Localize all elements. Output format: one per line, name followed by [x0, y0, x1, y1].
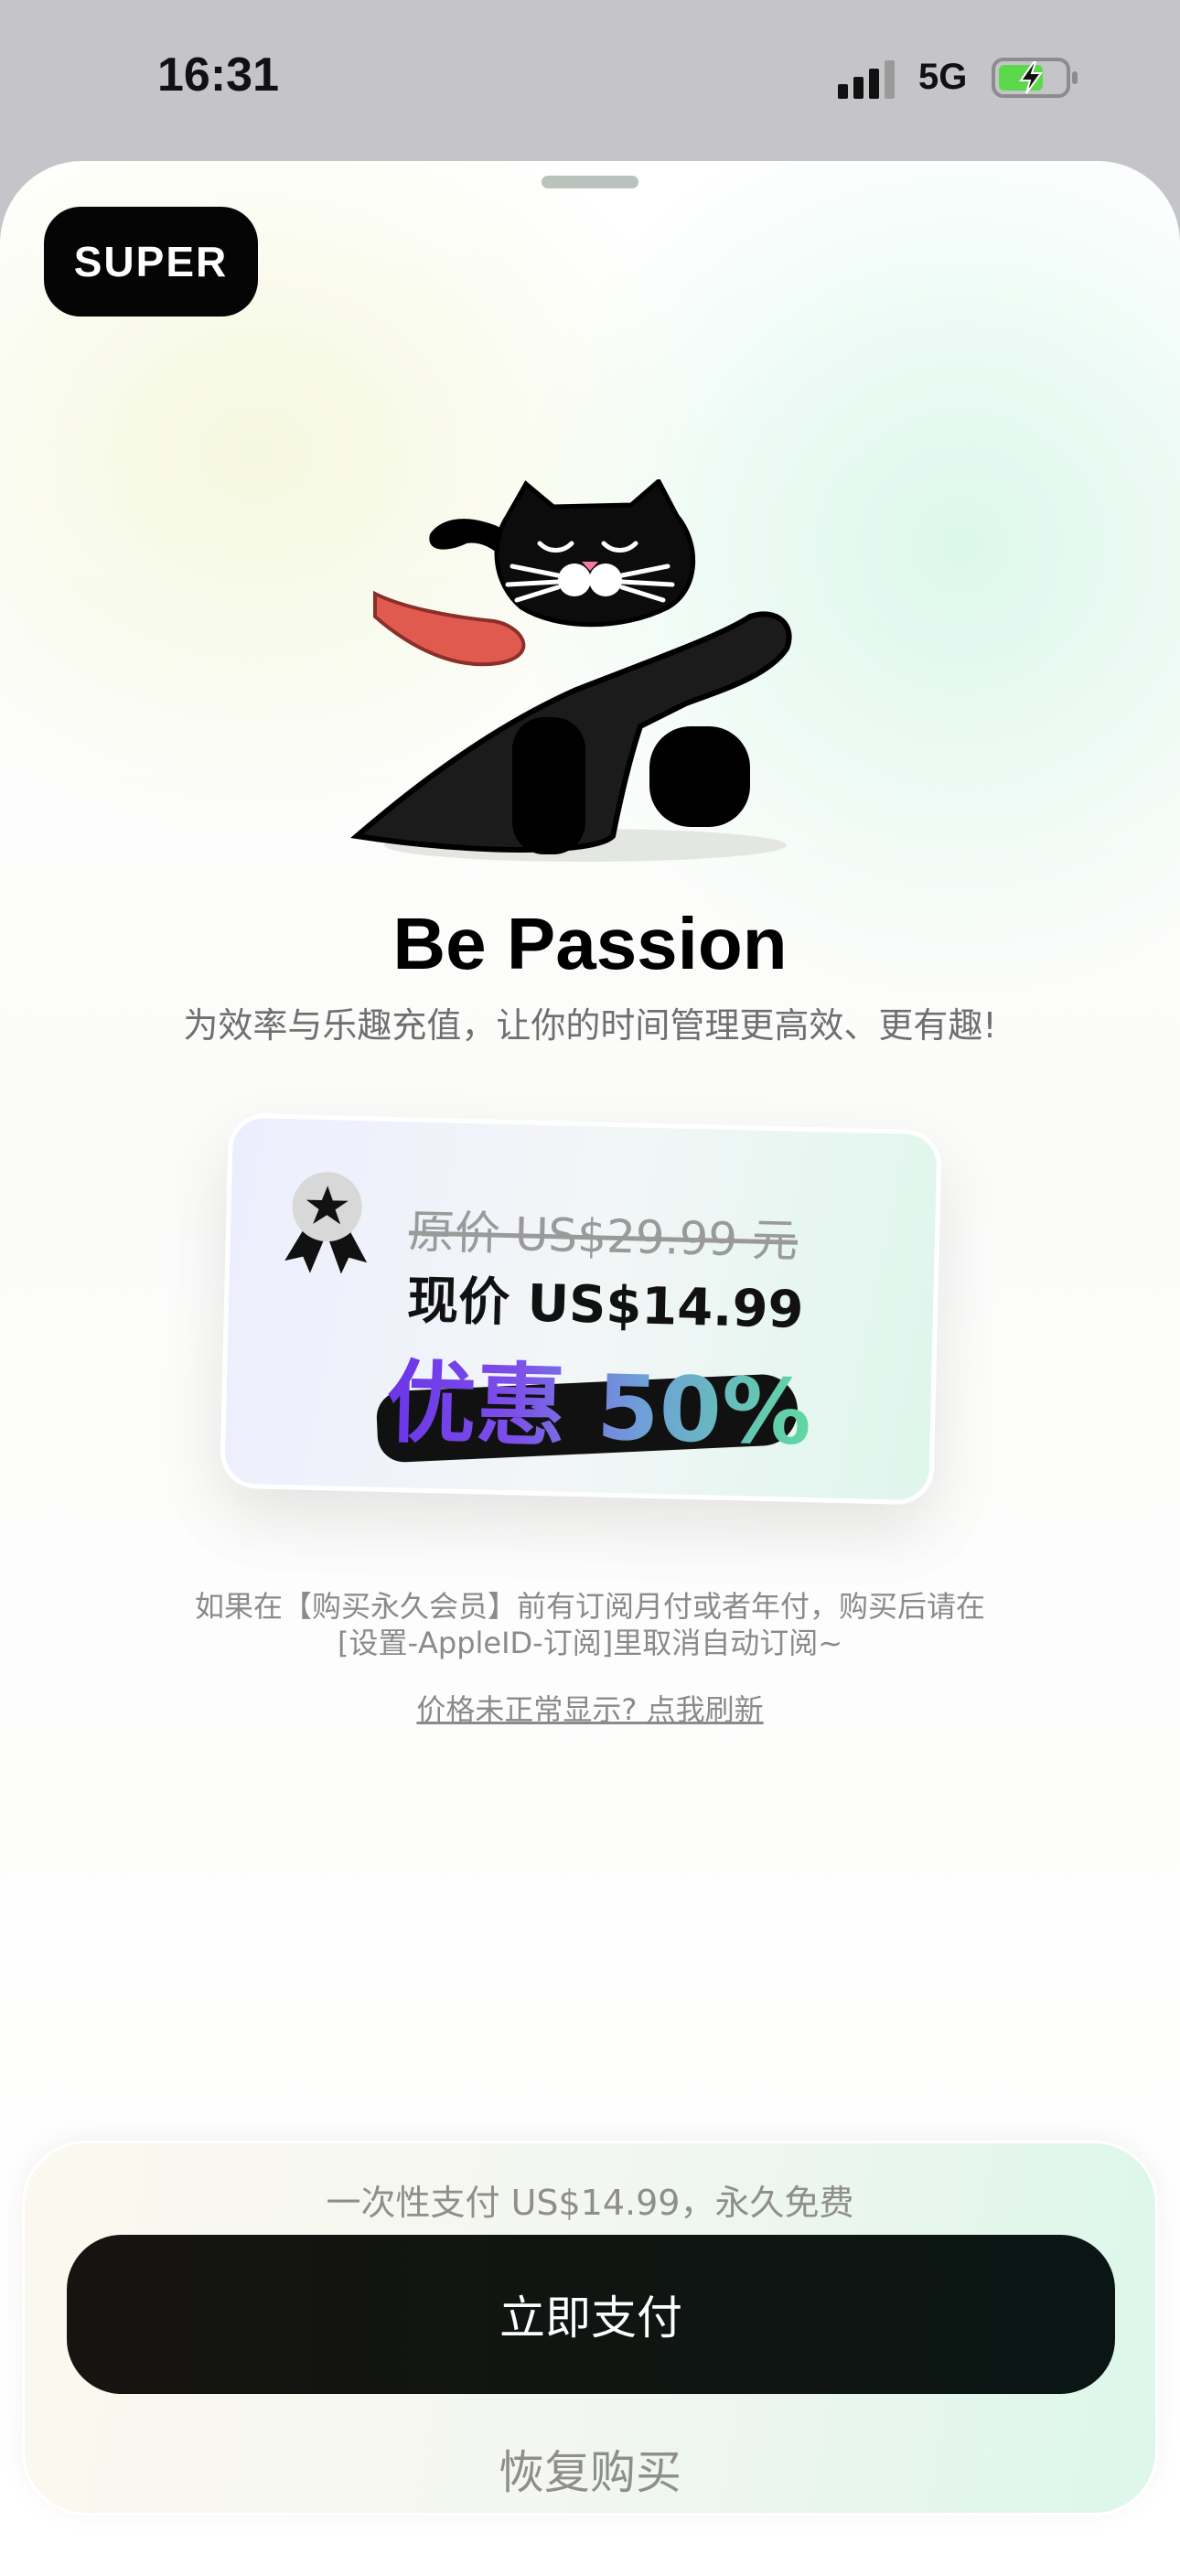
- original-price: 原价 US$29.99 元: [408, 1205, 799, 1268]
- notice-line-2: [设置-AppleID-订阅]里取消自动订阅~: [337, 1626, 843, 1660]
- current-price: 现价 US$14.99: [406, 1271, 805, 1340]
- super-badge: SUPER: [44, 207, 258, 317]
- pay-now-button[interactable]: 立即支付: [67, 2235, 1115, 2394]
- checkout-panel: 一次性支付 US$14.99，永久免费 立即支付 恢复购买: [22, 2141, 1158, 2516]
- sheet-grabber[interactable]: [542, 176, 638, 188]
- discount-label: 优惠 50%: [385, 1330, 813, 1470]
- signal-icon: [838, 60, 895, 99]
- pay-now-label: 立即支付: [499, 2292, 682, 2345]
- subscription-notice: 如果在【购买永久会员】前有订阅月付或者年付，购买后请在 [设置-AppleID-…: [128, 1588, 1052, 1661]
- payment-summary: 一次性支付 US$14.99，永久免费: [326, 2183, 854, 2223]
- cat-mascot-illustration: [350, 479, 792, 862]
- refresh-price-link[interactable]: 价格未正常显示? 点我刷新: [0, 1687, 1180, 1729]
- status-bar: 16:31 5G: [0, 0, 1180, 160]
- page-subtitle: 为效率与乐趣充值，让你的时间管理更高效、更有趣!: [183, 1005, 997, 1046]
- battery-charging-icon: [992, 58, 1078, 98]
- medal-icon: [284, 1172, 368, 1274]
- page-title: Be Passion: [392, 903, 788, 984]
- network-type: 5G: [918, 57, 968, 97]
- paywall-sheet: SUPER Be Passion 为效率与乐趣充值，让你的时间管理更高效、更有趣…: [0, 161, 1180, 2576]
- status-time: 16:31: [157, 48, 279, 102]
- price-card: 原价 US$29.99 元 现价 US$14.99 优惠 50%: [220, 1112, 942, 1506]
- restore-purchase-button[interactable]: 恢复购买: [25, 2436, 1155, 2502]
- notice-line-1: 如果在【购买永久会员】前有订阅月付或者年付，购买后请在: [194, 1589, 985, 1624]
